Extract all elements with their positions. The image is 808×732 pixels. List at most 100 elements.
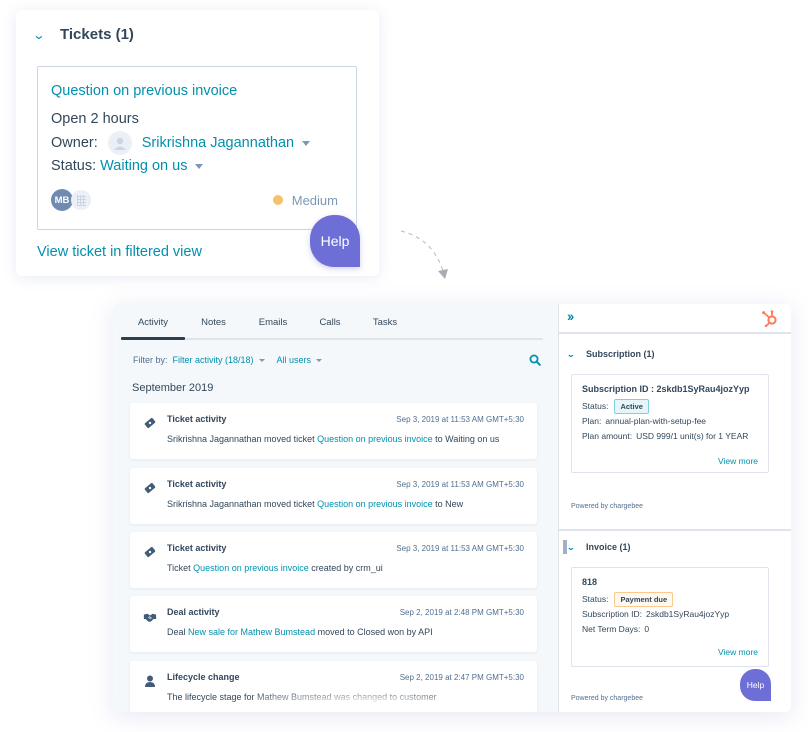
search-icon[interactable]: [529, 354, 541, 366]
net-term-label: Net Term Days:: [582, 624, 641, 634]
plan-amount-label: Plan amount:: [582, 431, 633, 441]
right-sidebar: ›› ⌄ Subscription (1) Subscription ID : …: [558, 304, 791, 712]
invoice-section-title: Invoice (1): [586, 542, 631, 552]
tab-calls[interactable]: Calls: [304, 304, 356, 338]
invoice-status-row: Status: Payment due: [582, 592, 758, 607]
activity-timestamp: Sep 2, 2019 at 2:47 PM GMT+5:30: [399, 673, 524, 682]
ticket-open-duration: Open 2 hours: [51, 111, 139, 127]
record-link[interactable]: New sale for Mathew Bumstead: [188, 627, 315, 637]
tab-notes[interactable]: Notes: [185, 304, 242, 338]
ticket-icon: [143, 545, 157, 558]
tickets-section-title: Tickets (1): [60, 26, 134, 43]
section-divider: [559, 529, 791, 531]
activity-type: Lifecycle change: [167, 672, 240, 682]
subscription-section-title: Subscription (1): [586, 349, 655, 359]
caret-down-icon: [258, 358, 265, 362]
person-icon: [143, 674, 157, 687]
month-heading: September 2019: [132, 382, 214, 394]
activity-type: Ticket activity: [167, 479, 227, 489]
subscription-view-more-link[interactable]: View more: [582, 456, 758, 466]
ticket-name-link[interactable]: Question on previous invoice: [51, 83, 343, 99]
help-button[interactable]: Help: [310, 215, 360, 267]
subscription-card: Subscription ID : 2skdb1SyRau4jozYyp Sta…: [571, 374, 769, 473]
ticket-owner-row: Owner: Srikrishna Jagannathan: [51, 131, 343, 155]
status-badge-active: Active: [614, 399, 649, 414]
timeline-card[interactable]: Ticket activity Sep 3, 2019 at 11:53 AM G…: [130, 403, 537, 459]
net-term-row: Net Term Days: 0: [582, 622, 758, 637]
activity-timestamp: Sep 3, 2019 at 11:53 AM GMT+5:30: [396, 415, 524, 424]
activity-description: Ticket Question on previous invoice crea…: [167, 563, 383, 573]
tab-tasks[interactable]: Tasks: [356, 304, 414, 338]
tickets-section-header[interactable]: ⌄ Tickets (1): [32, 26, 134, 43]
activity-description: Srikrishna Jagannathan moved ticket Ques…: [167, 434, 499, 444]
filter-activity-label: Filter activity (18/18): [172, 355, 254, 365]
filter-bar: Filter by: Filter activity (18/18) All u…: [133, 354, 541, 366]
status-badge-payment-due: Payment due: [614, 592, 674, 607]
priority-label: Medium: [291, 192, 338, 208]
status-label: Status:: [51, 158, 97, 174]
chevron-down-icon[interactable]: ⌄: [566, 350, 588, 359]
description-text: Srikrishna Jagannathan moved ticket: [167, 434, 318, 444]
invoice-subscription-row: Subscription ID: 2skdb1SyRau4jozYyp: [582, 607, 758, 622]
filter-users-dropdown[interactable]: All users: [277, 355, 323, 365]
activity-description: Deal New sale for Mathew Bumstead moved …: [167, 627, 433, 637]
record-link[interactable]: Question on previous invoice: [317, 434, 433, 444]
owner-select[interactable]: Srikrishna Jagannathan: [142, 132, 294, 155]
powered-by-label: Powered by chargebee: [571, 503, 643, 510]
caret-down-icon[interactable]: [195, 164, 204, 169]
filter-activity-dropdown[interactable]: Filter activity (18/18): [173, 355, 265, 365]
company-icon[interactable]: [71, 190, 91, 210]
description-text: Srikrishna Jagannathan moved ticket: [167, 499, 318, 509]
caret-down-icon[interactable]: [302, 140, 311, 146]
activity-timestamp: Sep 3, 2019 at 11:53 AM GMT+5:30: [396, 480, 524, 489]
description-text: Deal: [167, 627, 189, 637]
plan-label: Plan:: [582, 416, 602, 426]
tab-activity[interactable]: Activity: [121, 304, 185, 340]
ticket-icon: [143, 416, 157, 429]
tab-emails[interactable]: Emails: [242, 304, 304, 338]
activity-timestamp: Sep 3, 2019 at 11:53 AM GMT+5:30: [396, 544, 524, 553]
ticket-card: Question on previous invoice Open 2 hour…: [37, 66, 357, 230]
status-select[interactable]: Waiting on us: [100, 155, 187, 178]
subscription-id-value: 2skdb1SyRau4jozYyp: [646, 609, 730, 619]
timeline-card[interactable]: Ticket activity Sep 3, 2019 at 11:53 AM G…: [130, 468, 537, 524]
ticket-footer: MB Medium: [51, 189, 338, 211]
record-link[interactable]: Question on previous invoice: [193, 563, 309, 573]
status-label: Status:: [582, 594, 609, 604]
timeline-card[interactable]: Ticket activity Sep 3, 2019 at 11:53 AM G…: [130, 532, 537, 588]
handshake-icon: [143, 609, 157, 622]
owner-avatar: [107, 131, 132, 155]
description-text: to Waiting on us: [432, 434, 500, 444]
help-button-small[interactable]: Help: [740, 669, 771, 701]
activity-description: Srikrishna Jagannathan moved ticket Ques…: [167, 499, 463, 509]
chevron-down-icon[interactable]: ⌄: [566, 543, 588, 552]
sidebar-toolbar: ››: [559, 304, 791, 334]
contact-avatar[interactable]: MB: [51, 189, 73, 211]
description-text: Ticket: [167, 563, 194, 573]
timeline-tabs: Activity Notes Emails Calls Tasks: [121, 304, 543, 340]
ticket-icon: [143, 481, 157, 494]
invoice-view-more-link[interactable]: View more: [582, 647, 758, 657]
ticket-status-row: Status: Waiting on us: [51, 155, 343, 178]
invoice-section-header[interactable]: ⌄ Invoice (1): [566, 542, 631, 552]
activity-type: Ticket activity: [167, 543, 227, 553]
crm-record-panel: Activity Notes Emails Calls Tasks Filter…: [113, 304, 791, 712]
filter-users-label: All users: [276, 355, 312, 365]
description-text: moved to Closed won by API: [315, 627, 433, 637]
priority-dot-icon: [272, 195, 283, 205]
expand-sidebar-icon[interactable]: ››: [567, 308, 574, 324]
status-label: Status:: [582, 401, 609, 411]
dashed-arrow-icon: [400, 230, 448, 279]
activity-timestamp: Sep 2, 2019 at 2:48 PM GMT+5:30: [399, 608, 524, 617]
net-term-value: 0: [644, 624, 650, 634]
bottom-fade: [253, 692, 473, 712]
subscription-section-header[interactable]: ⌄ Subscription (1): [566, 349, 655, 359]
record-link[interactable]: Question on previous invoice: [317, 499, 433, 509]
timeline-card[interactable]: Deal activity Sep 2, 2019 at 2:48 PM GMT+…: [130, 596, 537, 652]
invoice-number: 818: [582, 577, 598, 587]
view-ticket-link[interactable]: View ticket in filtered view: [37, 244, 202, 260]
activity-timeline: Activity Notes Emails Calls Tasks Filter…: [113, 304, 557, 712]
filter-label: Filter by:: [133, 355, 168, 365]
chevron-down-icon[interactable]: ⌄: [32, 28, 63, 42]
subscription-status-row: Status: Active: [582, 399, 758, 414]
